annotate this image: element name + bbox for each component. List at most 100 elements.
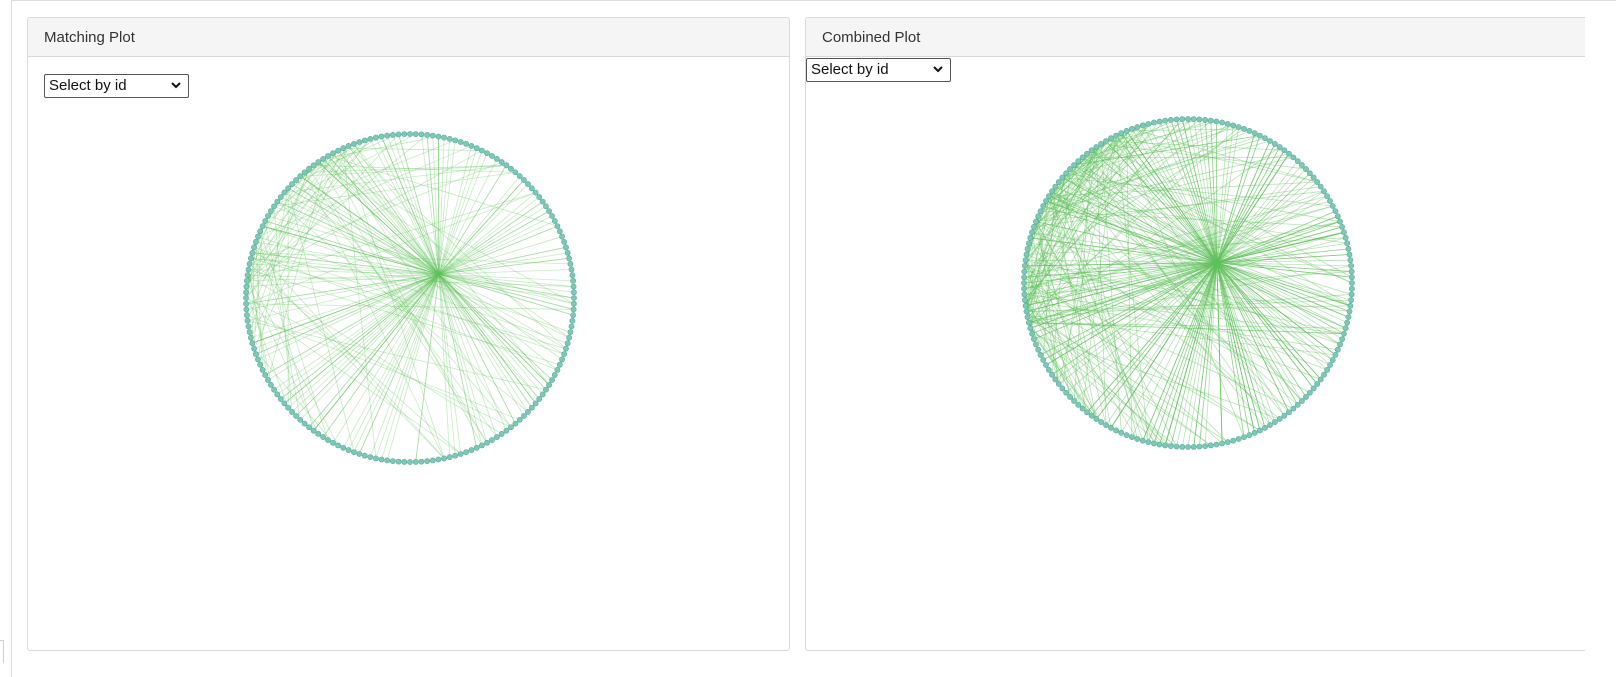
graph-node[interactable] — [243, 295, 249, 301]
graph-node[interactable] — [246, 329, 253, 335]
graph-node[interactable] — [1317, 376, 1324, 383]
graph-node[interactable] — [1123, 128, 1130, 134]
graph-node[interactable] — [367, 135, 374, 142]
graph-node[interactable] — [1344, 319, 1351, 326]
graph-node[interactable] — [564, 340, 571, 347]
graph-node[interactable] — [1025, 240, 1032, 247]
graph-node[interactable] — [281, 189, 288, 196]
graph-node[interactable] — [378, 456, 385, 463]
graph-node[interactable] — [1046, 367, 1052, 373]
graph-node[interactable] — [373, 455, 379, 462]
graph-node[interactable] — [1071, 398, 1077, 404]
combined-select-by-id[interactable]: Select by id — [806, 58, 951, 82]
graph-node[interactable] — [429, 132, 436, 139]
graph-node[interactable] — [525, 181, 531, 187]
graph-node[interactable] — [478, 442, 485, 449]
graph-node[interactable] — [255, 356, 261, 363]
graph-node[interactable] — [468, 143, 475, 149]
graph-node[interactable] — [1043, 198, 1049, 204]
graph-node[interactable] — [1022, 257, 1029, 264]
graph-node[interactable] — [274, 391, 281, 398]
graph-node[interactable] — [271, 203, 277, 210]
graph-node[interactable] — [564, 249, 571, 256]
graph-node[interactable] — [247, 255, 254, 262]
graph-node[interactable] — [1151, 119, 1157, 126]
graph-node[interactable] — [568, 323, 575, 330]
graph-node[interactable] — [340, 444, 347, 451]
graph-node[interactable] — [1207, 442, 1214, 449]
graph-node[interactable] — [244, 317, 251, 324]
graph-node[interactable] — [401, 131, 408, 137]
graph-node[interactable] — [1052, 183, 1059, 190]
graph-node[interactable] — [1088, 412, 1095, 419]
graph-node[interactable] — [1052, 376, 1059, 383]
graph-node[interactable] — [289, 181, 295, 187]
graph-node[interactable] — [1341, 229, 1347, 236]
graph-node[interactable] — [1324, 193, 1330, 199]
graph-node[interactable] — [1219, 440, 1225, 447]
graph-node[interactable] — [1306, 170, 1313, 177]
graph-node[interactable] — [1286, 150, 1292, 157]
graph-node[interactable] — [1179, 116, 1186, 122]
graph-node[interactable] — [1108, 135, 1114, 142]
graph-node[interactable] — [1079, 405, 1086, 412]
graph-node[interactable] — [1022, 302, 1029, 309]
graph-node[interactable] — [418, 458, 425, 465]
graph-node[interactable] — [1027, 234, 1034, 241]
graph-node[interactable] — [521, 177, 527, 183]
graph-node[interactable] — [243, 312, 250, 319]
graph-node[interactable] — [1190, 116, 1197, 122]
graph-node[interactable] — [320, 156, 326, 162]
graph-node[interactable] — [367, 454, 374, 461]
graph-node[interactable] — [546, 382, 552, 388]
graph-node[interactable] — [570, 283, 577, 290]
graph-node[interactable] — [1281, 412, 1288, 419]
graph-node[interactable] — [551, 372, 558, 378]
graph-node[interactable] — [1030, 224, 1037, 230]
graph-node[interactable] — [1267, 138, 1273, 144]
graph-node[interactable] — [1262, 424, 1268, 431]
graph-node[interactable] — [549, 213, 555, 219]
graph-node[interactable] — [1021, 297, 1028, 304]
graph-node[interactable] — [345, 143, 352, 149]
graph-node[interactable] — [571, 295, 577, 301]
graph-node[interactable] — [243, 289, 249, 296]
graph-node[interactable] — [1145, 120, 1152, 127]
graph-node[interactable] — [1093, 144, 1100, 150]
graph-node[interactable] — [559, 233, 565, 240]
graph-node[interactable] — [503, 162, 510, 169]
graph-node[interactable] — [1327, 198, 1333, 204]
graph-node[interactable] — [1167, 443, 1174, 450]
graph-node[interactable] — [1103, 138, 1109, 144]
graph-node[interactable] — [516, 416, 523, 423]
graph-node[interactable] — [457, 139, 464, 145]
graph-node[interactable] — [285, 404, 292, 411]
graph-node[interactable] — [1202, 443, 1209, 450]
graph-node[interactable] — [301, 420, 308, 427]
combined-network-graph[interactable] — [1018, 113, 1358, 453]
graph-node[interactable] — [361, 137, 368, 144]
graph-node[interactable] — [1349, 285, 1355, 292]
graph-node[interactable] — [1040, 357, 1047, 363]
graph-node[interactable] — [1294, 158, 1301, 165]
graph-node[interactable] — [1348, 262, 1355, 269]
graph-node[interactable] — [1055, 179, 1062, 185]
graph-node[interactable] — [563, 345, 569, 352]
graph-node[interactable] — [457, 451, 464, 457]
graph-node[interactable] — [407, 459, 413, 465]
graph-node[interactable] — [516, 173, 523, 180]
graph-node[interactable] — [1337, 341, 1343, 348]
graph-node[interactable] — [1346, 251, 1353, 258]
graph-node[interactable] — [1281, 147, 1288, 154]
graph-node[interactable] — [277, 194, 284, 200]
graph-node[interactable] — [539, 391, 546, 398]
graph-node[interactable] — [1113, 427, 1120, 434]
graph-node[interactable] — [395, 131, 402, 138]
graph-node[interactable] — [528, 185, 535, 192]
graph-node[interactable] — [1185, 444, 1191, 450]
graph-node[interactable] — [1030, 336, 1037, 342]
graph-node[interactable] — [1196, 443, 1203, 450]
graph-node[interactable] — [1035, 213, 1042, 220]
graph-node[interactable] — [1190, 444, 1197, 450]
graph-node[interactable] — [1021, 262, 1028, 269]
